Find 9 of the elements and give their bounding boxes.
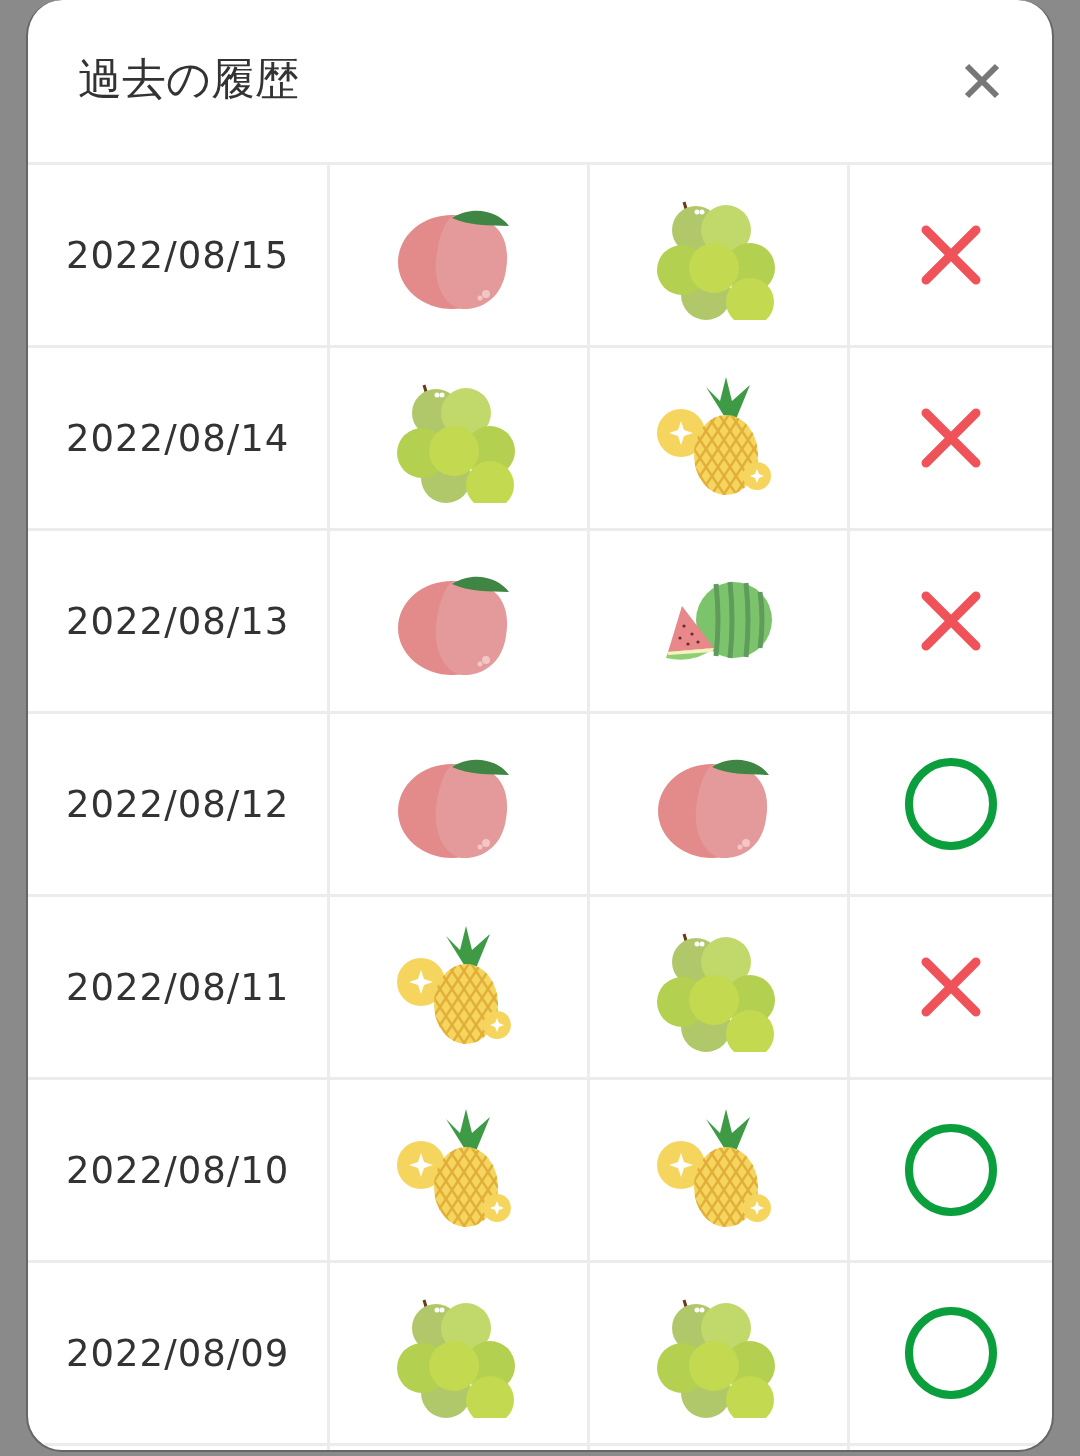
date-text: 2022/08/12	[66, 782, 290, 826]
date-text: 2022/08/11	[66, 965, 290, 1009]
date-text: 2022/08/09	[66, 1331, 290, 1375]
dialog-title: 過去の履歴	[78, 51, 299, 106]
date-text: 2022/08/14	[66, 416, 290, 460]
date-text: 2022/08/13	[66, 599, 290, 643]
close-icon	[963, 62, 1001, 100]
date-text: 2022/08/15	[66, 233, 290, 277]
date-text: 2022/08/10	[66, 1148, 290, 1192]
